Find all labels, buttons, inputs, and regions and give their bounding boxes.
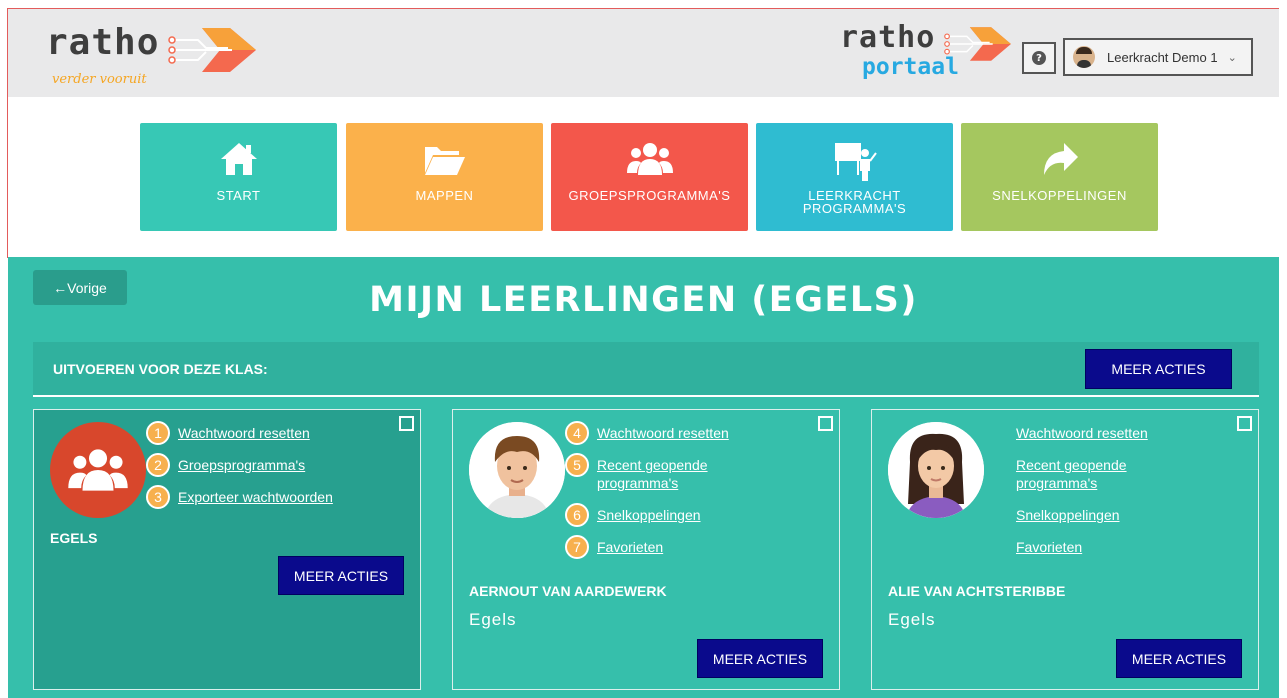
circuit-arrow-icon bbox=[944, 27, 1011, 61]
users-icon bbox=[626, 143, 673, 175]
link-label: Favorieten bbox=[597, 539, 664, 555]
card-links: 1 Wachtwoord resetten 2 Groepsprogramma'… bbox=[146, 421, 378, 520]
student-card: Wachtwoord resetten Recent geopende prog… bbox=[871, 409, 1259, 690]
step-badge: 6 bbox=[565, 503, 589, 527]
card-name: EGELS bbox=[50, 530, 98, 546]
step-badge: 7 bbox=[565, 535, 589, 559]
logo-word: ratho bbox=[46, 22, 160, 63]
link-wachtwoord-resetten[interactable]: 4 Wachtwoord resetten bbox=[565, 421, 797, 445]
card-more-actions-button[interactable]: MEER ACTIES bbox=[1116, 639, 1242, 678]
student-photo-boy bbox=[469, 422, 565, 518]
card-links: 4 Wachtwoord resetten 5 Recent geopende … bbox=[565, 421, 797, 570]
question-circle-icon: ? bbox=[1032, 51, 1046, 65]
users-icon bbox=[68, 449, 128, 491]
nav-tile-label: SNELKOPPELINGEN bbox=[992, 188, 1127, 203]
step-badge: 3 bbox=[146, 485, 170, 509]
folder-open-icon bbox=[424, 147, 465, 175]
nav-tile-leerkracht-programmas[interactable]: LEERKRACHT PROGRAMMA'S bbox=[756, 123, 953, 231]
class-more-actions-button[interactable]: MEER ACTIES bbox=[1085, 349, 1232, 389]
link-favorieten[interactable]: Favorieten bbox=[1016, 538, 1216, 556]
nav-tile-snelkoppelingen[interactable]: SNELKOPPELINGEN bbox=[961, 123, 1158, 231]
step-badge: 5 bbox=[565, 453, 589, 477]
link-label-line1: Recent geopende bbox=[597, 457, 708, 473]
nav-tile-label: GROEPSPROGRAMMA'S bbox=[568, 188, 731, 203]
step-badge: 1 bbox=[146, 421, 170, 445]
page-title: MIJN LEERLINGEN (EGELS) bbox=[369, 280, 918, 320]
card-name: ALIE VAN ACHTSTERIBBE bbox=[888, 583, 1066, 599]
class-actions-label: UITVOEREN VOOR DEZE KLAS: bbox=[53, 361, 268, 377]
nav-tile-start[interactable]: START bbox=[140, 123, 337, 231]
user-name: Leerkracht Demo 1 bbox=[1107, 49, 1218, 65]
link-label-line2: programma's bbox=[597, 475, 679, 491]
ratho-portaal-logo[interactable]: ratho portaal bbox=[836, 20, 1016, 90]
link-label: Groepsprogramma's bbox=[178, 457, 306, 473]
step-badge: 4 bbox=[565, 421, 589, 445]
card-name: AERNOUT VAN AARDEWERK bbox=[469, 583, 667, 599]
select-checkbox[interactable] bbox=[818, 416, 833, 431]
share-arrow-icon bbox=[1043, 143, 1078, 175]
help-button[interactable]: ? bbox=[1022, 42, 1056, 74]
card-group: Egels bbox=[888, 610, 936, 629]
student-photo-girl bbox=[888, 422, 984, 518]
link-wachtwoord-resetten[interactable]: 1 Wachtwoord resetten bbox=[146, 421, 378, 445]
card-more-actions-button[interactable]: MEER ACTIES bbox=[697, 639, 823, 678]
nav-tile-groepsprogrammas[interactable]: GROEPSPROGRAMMA'S bbox=[551, 123, 748, 231]
class-actions-bar: UITVOEREN VOOR DEZE KLAS: MEER ACTIES bbox=[33, 342, 1259, 397]
link-label: Snelkoppelingen bbox=[597, 507, 701, 523]
nav-tile-mappen[interactable]: MAPPEN bbox=[346, 123, 543, 231]
link-label: Exporteer wachtwoorden bbox=[178, 489, 333, 505]
link-label: Wachtwoord resetten bbox=[178, 425, 310, 441]
chevron-down-icon: ⌄ bbox=[1227, 51, 1237, 64]
card-links: Wachtwoord resetten Recent geopende prog… bbox=[1016, 424, 1216, 570]
teacher-board-icon bbox=[834, 143, 877, 181]
link-favorieten[interactable]: 7 Favorieten bbox=[565, 535, 797, 559]
circuit-arrow-icon bbox=[168, 28, 256, 72]
link-recent-geopende-programmas[interactable]: 5 Recent geopende programma's bbox=[565, 453, 797, 492]
link-recent-geopende-programmas[interactable]: Recent geopende programma's bbox=[1016, 456, 1216, 492]
nav-tile-label: START bbox=[216, 188, 261, 203]
student-avatar bbox=[469, 422, 565, 518]
link-label: Wachtwoord resetten bbox=[597, 425, 729, 441]
logo-tagline: verder vooruit bbox=[52, 72, 147, 87]
nav-tile-label: MAPPEN bbox=[415, 188, 474, 203]
link-label-line2: programma's bbox=[1016, 475, 1098, 491]
nav-tile-label: LEERKRACHT PROGRAMMA'S bbox=[756, 189, 953, 215]
link-snelkoppelingen[interactable]: Snelkoppelingen bbox=[1016, 506, 1216, 524]
portal-logo-word: ratho bbox=[840, 20, 936, 55]
link-groepsprogrammas[interactable]: 2 Groepsprogramma's bbox=[146, 453, 378, 477]
card-group: Egels bbox=[469, 610, 517, 629]
link-snelkoppelingen[interactable]: 6 Snelkoppelingen bbox=[565, 503, 797, 527]
select-checkbox[interactable] bbox=[1237, 416, 1252, 431]
link-label-line1: Recent geopende bbox=[1016, 457, 1127, 473]
link-exporteer-wachtwoorden[interactable]: 3 Exporteer wachtwoorden bbox=[146, 485, 378, 509]
home-icon bbox=[220, 143, 257, 175]
step-badge: 2 bbox=[146, 453, 170, 477]
card-more-actions-button[interactable]: MEER ACTIES bbox=[278, 556, 404, 595]
nav-tile-label-line2: PROGRAMMA'S bbox=[802, 201, 907, 216]
link-wachtwoord-resetten[interactable]: Wachtwoord resetten bbox=[1016, 424, 1216, 442]
group-card: 1 Wachtwoord resetten 2 Groepsprogramma'… bbox=[33, 409, 421, 690]
ratho-logo[interactable]: ratho verder vooruit bbox=[40, 22, 260, 92]
student-avatar bbox=[888, 422, 984, 518]
user-avatar-icon bbox=[1073, 46, 1095, 68]
student-card: 4 Wachtwoord resetten 5 Recent geopende … bbox=[452, 409, 840, 690]
select-checkbox[interactable] bbox=[399, 416, 414, 431]
user-menu-dropdown[interactable]: Leerkracht Demo 1 ⌄ bbox=[1063, 38, 1253, 76]
group-avatar bbox=[50, 422, 146, 518]
